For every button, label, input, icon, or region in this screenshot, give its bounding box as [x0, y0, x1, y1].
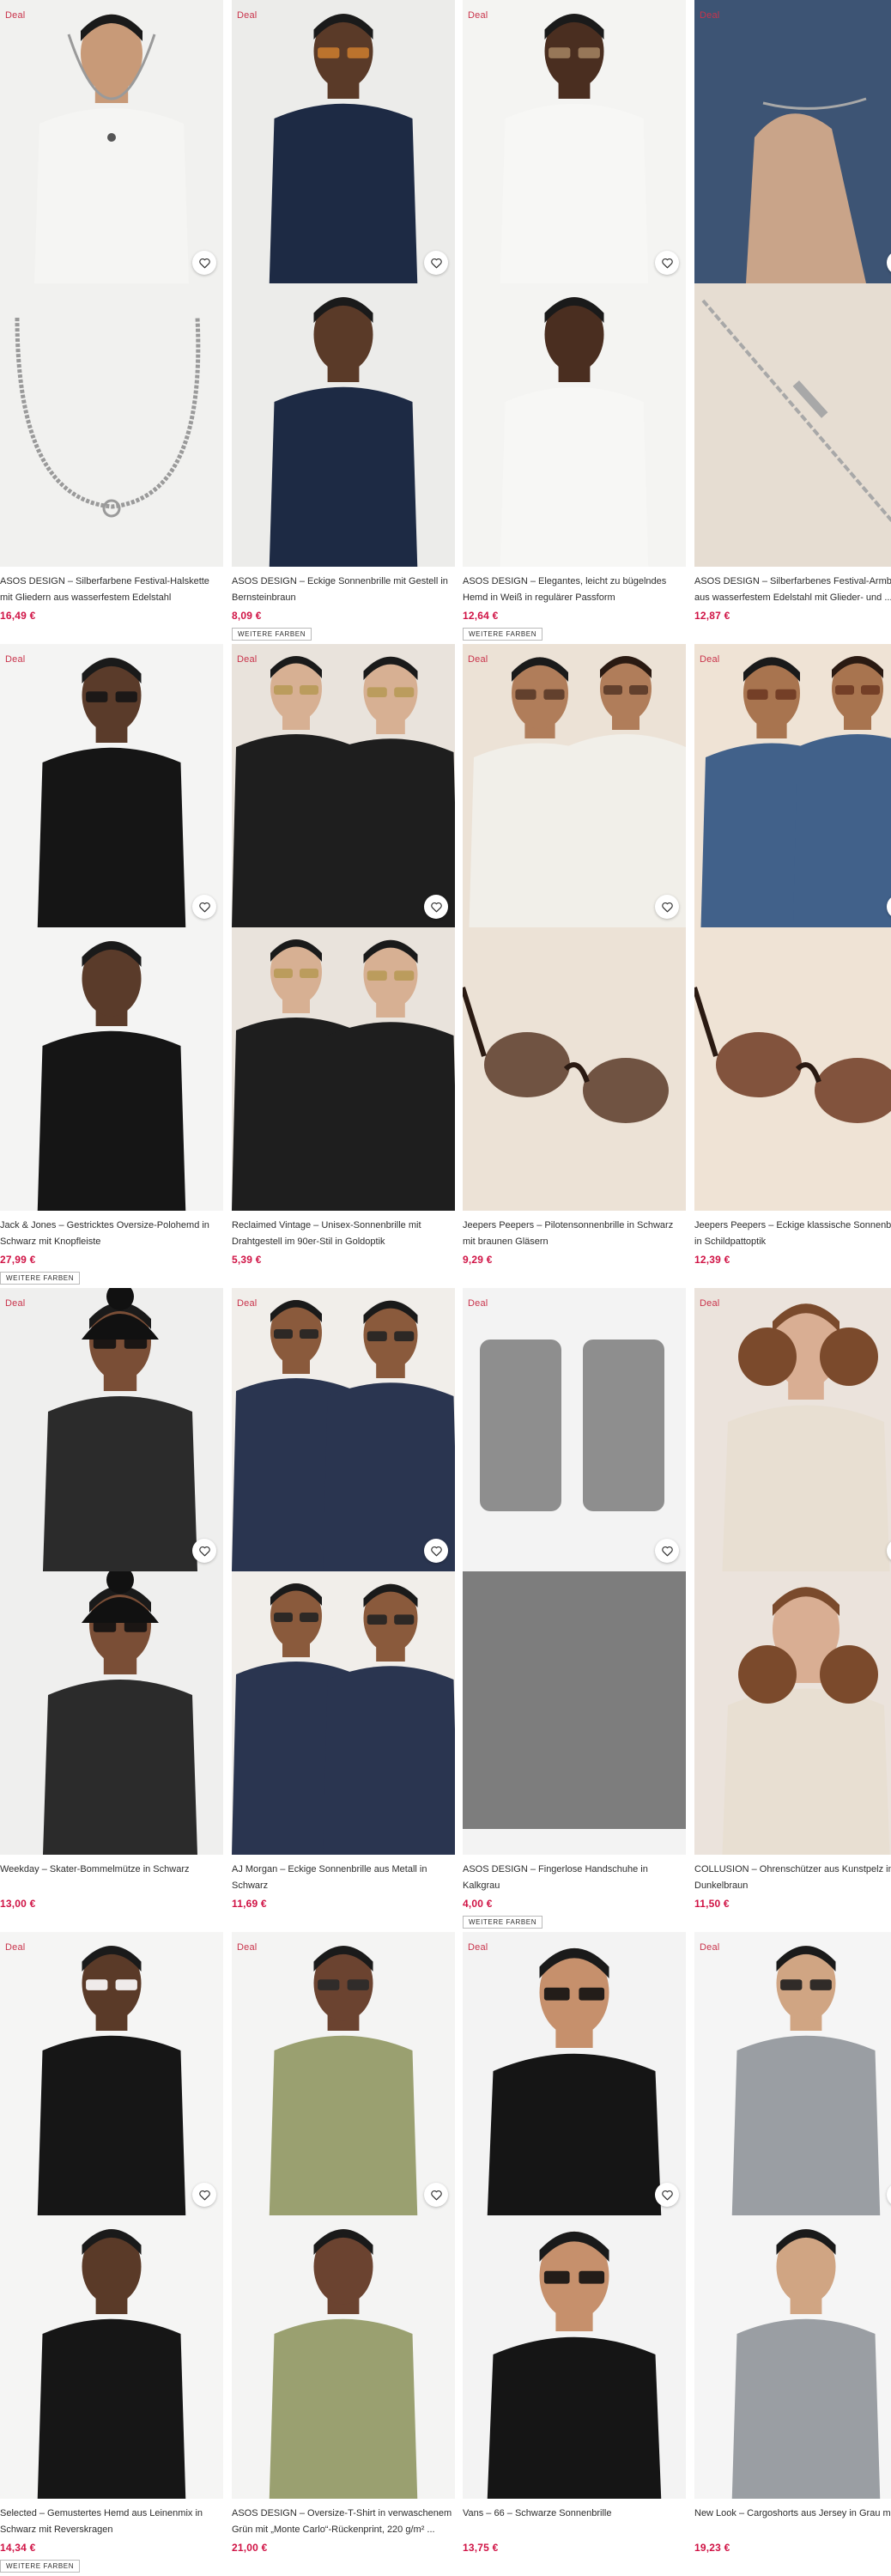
product-price: 27,99 € — [0, 1254, 36, 1266]
product-image-alt[interactable] — [463, 283, 686, 567]
product-title[interactable]: Vans – 66 – Schwarze Sonnenbrille — [463, 2506, 684, 2522]
product-title[interactable]: Reclaimed Vintage – Unisex-Sonnenbrille … — [232, 1218, 453, 1250]
product-image-alt[interactable] — [232, 927, 455, 1211]
more-colors-badge[interactable]: WEITERE FARBEN — [463, 628, 543, 641]
deal-badge: Deal — [700, 1298, 720, 1309]
product-image[interactable] — [463, 644, 686, 927]
product-image-alt[interactable] — [694, 283, 891, 567]
deal-badge: Deal — [700, 654, 720, 665]
heart-icon[interactable] — [655, 251, 679, 275]
product-price: 12,39 € — [694, 1254, 730, 1266]
heart-icon[interactable] — [192, 251, 216, 275]
product-grid: Deal ASOS DESIGN – Silberfarbene Festival… — [0, 0, 891, 2576]
heart-icon[interactable] — [424, 895, 448, 919]
product-price: 12,87 € — [694, 610, 730, 622]
product-image-alt[interactable] — [694, 1571, 891, 1855]
product-image-alt[interactable] — [232, 2215, 455, 2499]
product-image[interactable] — [232, 0, 455, 283]
product-image[interactable] — [694, 1932, 891, 2215]
more-colors-badge[interactable]: WEITERE FARBEN — [0, 1272, 81, 1285]
product-title[interactable]: Selected – Gemustertes Hemd aus Leinenmi… — [0, 2506, 221, 2538]
product-price: 21,00 € — [232, 2542, 268, 2554]
heart-icon[interactable] — [424, 2183, 448, 2207]
deal-badge: Deal — [700, 1942, 720, 1953]
product-title[interactable]: Jack & Jones – Gestricktes Oversize-Polo… — [0, 1218, 221, 1250]
product-image[interactable] — [694, 1288, 891, 1571]
product-title[interactable]: ASOS DESIGN – Eckige Sonnenbrille mit Ge… — [232, 574, 453, 606]
product-price: 11,50 € — [694, 1898, 730, 1910]
product-price: 12,64 € — [463, 610, 499, 622]
product-image[interactable] — [463, 0, 686, 283]
product-image-alt[interactable] — [463, 927, 686, 1211]
product-image-alt[interactable] — [694, 2215, 891, 2499]
product-title[interactable]: COLLUSION – Ohrenschützer aus Kunstpelz … — [694, 1862, 891, 1894]
product-image[interactable] — [463, 1932, 686, 2215]
product-price: 13,75 € — [463, 2542, 499, 2554]
product-title[interactable]: ASOS DESIGN – Fingerlose Handschuhe in K… — [463, 1862, 684, 1894]
product-image-alt[interactable] — [463, 2215, 686, 2499]
deal-badge: Deal — [700, 10, 720, 21]
heart-icon[interactable] — [655, 2183, 679, 2207]
product-title[interactable]: Weekday – Skater-Bommelmütze in Schwarz — [0, 1862, 221, 1878]
product-image[interactable] — [0, 1932, 223, 2215]
product-image[interactable] — [232, 1932, 455, 2215]
product-image-alt[interactable] — [0, 2215, 223, 2499]
product-price: 14,34 € — [0, 2542, 36, 2554]
product-price: 8,09 € — [232, 610, 262, 622]
product-title[interactable]: ASOS DESIGN – Oversize-T-Shirt in verwas… — [232, 2506, 453, 2538]
product-title[interactable]: New Look – Cargoshorts aus Jersey in Gra… — [694, 2506, 891, 2522]
more-colors-badge[interactable]: WEITERE FARBEN — [463, 1916, 543, 1929]
product-image[interactable] — [463, 1288, 686, 1571]
product-price: 16,49 € — [0, 610, 36, 622]
product-image-alt[interactable] — [694, 927, 891, 1211]
heart-icon[interactable] — [192, 895, 216, 919]
product-image[interactable] — [694, 644, 891, 927]
more-colors-badge[interactable]: WEITERE FARBEN — [0, 2560, 81, 2573]
deal-badge: Deal — [468, 10, 488, 21]
product-image-alt[interactable] — [463, 1571, 686, 1855]
product-title[interactable]: Jeepers Peepers – Eckige klassische Sonn… — [694, 1218, 891, 1250]
product-image-alt[interactable] — [232, 1571, 455, 1855]
product-title[interactable]: ASOS DESIGN – Silberfarbenes Festival-Ar… — [694, 574, 891, 606]
deal-badge: Deal — [468, 1942, 488, 1953]
heart-icon[interactable] — [424, 251, 448, 275]
deal-badge: Deal — [5, 654, 26, 665]
product-image[interactable] — [0, 1288, 223, 1571]
product-image[interactable] — [232, 644, 455, 927]
product-title[interactable]: ASOS DESIGN – Silberfarbene Festival-Hal… — [0, 574, 221, 606]
product-title[interactable]: Jeepers Peepers – Pilotensonnenbrille in… — [463, 1218, 684, 1250]
product-price: 5,39 € — [232, 1254, 262, 1266]
product-price: 19,23 € — [694, 2542, 730, 2554]
product-price: 11,69 € — [232, 1898, 267, 1910]
deal-badge: Deal — [237, 654, 258, 665]
deal-badge: Deal — [237, 10, 258, 21]
deal-badge: Deal — [5, 1942, 26, 1953]
product-image[interactable] — [0, 644, 223, 927]
product-price: 4,00 € — [463, 1898, 493, 1910]
deal-badge: Deal — [237, 1298, 258, 1309]
product-price: 9,29 € — [463, 1254, 493, 1266]
product-image[interactable] — [694, 0, 891, 283]
product-image-alt[interactable] — [0, 1571, 223, 1855]
deal-badge: Deal — [5, 1298, 26, 1309]
product-image-alt[interactable] — [232, 283, 455, 567]
product-title[interactable]: ASOS DESIGN – Elegantes, leicht zu bügel… — [463, 574, 684, 606]
product-image[interactable] — [0, 0, 223, 283]
product-title[interactable]: AJ Morgan – Eckige Sonnenbrille aus Meta… — [232, 1862, 453, 1894]
heart-icon[interactable] — [655, 895, 679, 919]
more-colors-badge[interactable]: WEITERE FARBEN — [232, 628, 312, 641]
deal-badge: Deal — [5, 10, 26, 21]
product-image[interactable] — [232, 1288, 455, 1571]
product-image-alt[interactable] — [0, 283, 223, 567]
heart-icon[interactable] — [192, 2183, 216, 2207]
product-price: 13,00 € — [0, 1898, 36, 1910]
deal-badge: Deal — [468, 654, 488, 665]
deal-badge: Deal — [237, 1942, 258, 1953]
product-image-alt[interactable] — [0, 927, 223, 1211]
deal-badge: Deal — [468, 1298, 488, 1309]
heart-icon[interactable] — [424, 1539, 448, 1563]
heart-icon[interactable] — [192, 1539, 216, 1563]
heart-icon[interactable] — [655, 1539, 679, 1563]
